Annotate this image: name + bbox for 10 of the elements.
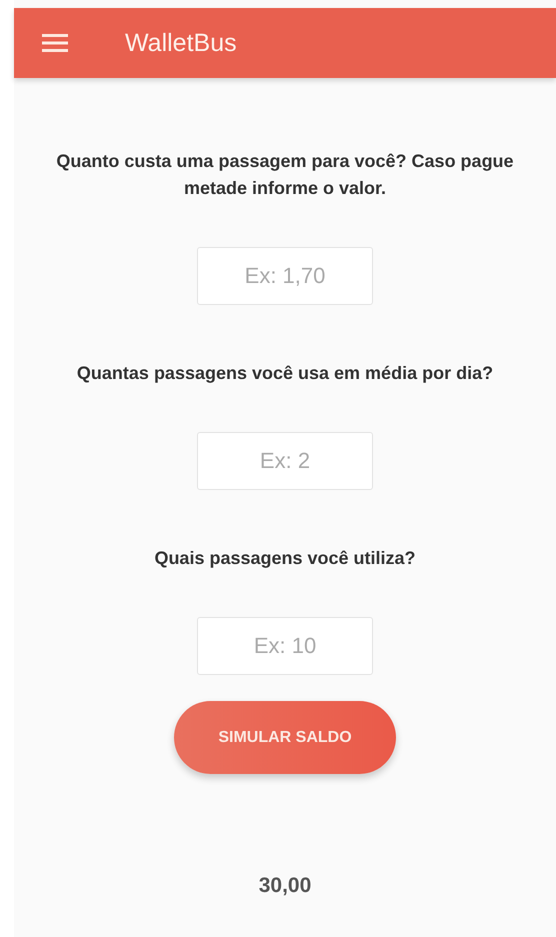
question-label: Quantas passagens você usa em média por dia? <box>76 362 494 385</box>
input-field[interactable]: Ex: 10 <box>197 617 373 675</box>
question-label: Quais passagens você utiliza? <box>153 547 417 570</box>
input-field[interactable]: Ex: 1,70 <box>197 247 373 305</box>
menu-icon[interactable] <box>42 34 68 52</box>
result-value: 30,00 <box>258 874 312 898</box>
app-title: WalletBus <box>125 28 237 58</box>
input-field[interactable]: Ex: 2 <box>197 432 373 490</box>
question-label: Quanto custa uma passagem para você? Caso pague metade informe o valor. <box>55 150 515 200</box>
simulate-button[interactable]: SIMULAR SALDO <box>174 701 396 774</box>
